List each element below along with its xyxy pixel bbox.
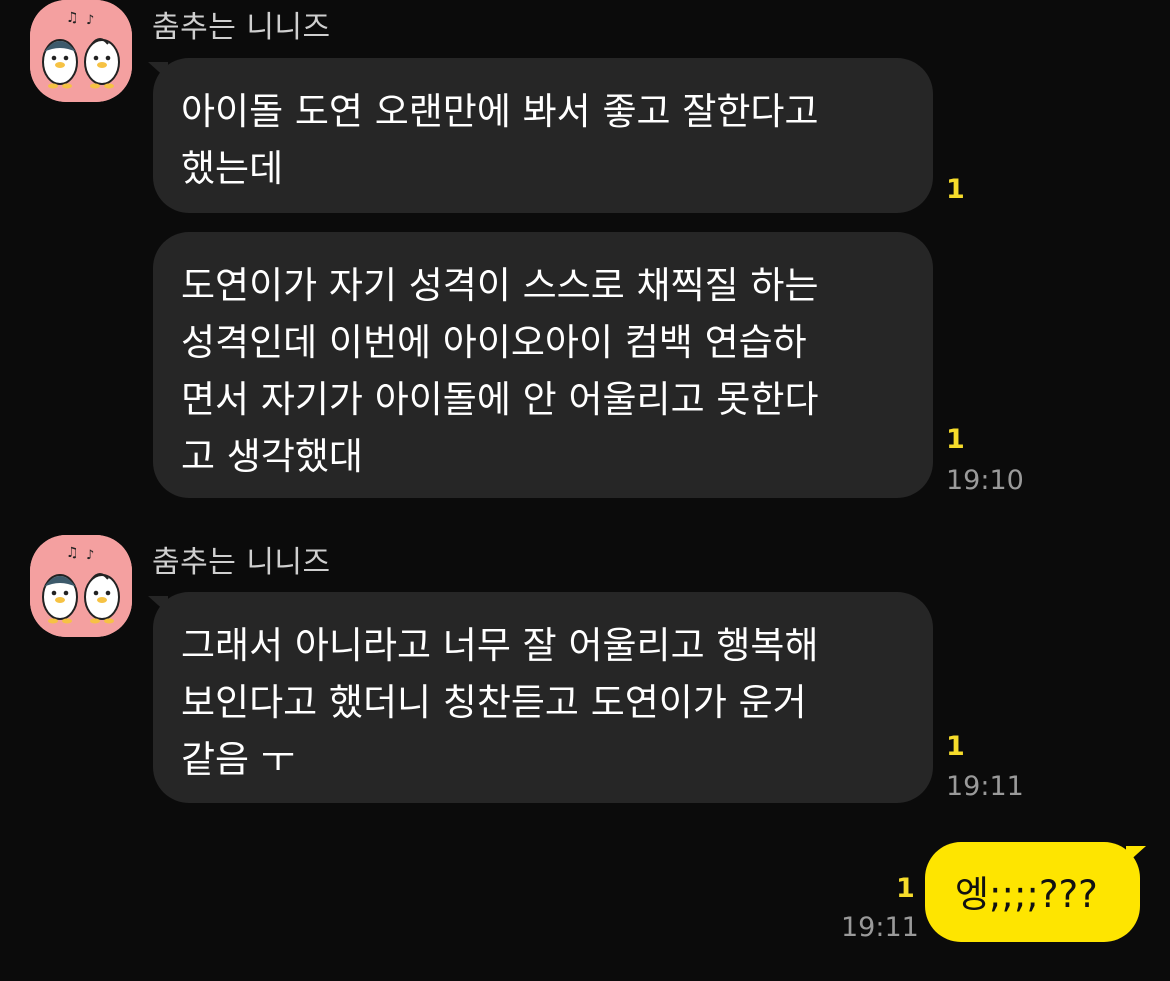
message-bubble[interactable]: 그래서 아니라고 너무 잘 어울리고 행복해 보인다고 했더니 칭찬듣고 도연이… — [153, 592, 933, 803]
message-line: 같음 ㅜ — [181, 738, 295, 781]
unread-count: 1 — [946, 424, 965, 455]
my-bubble-tail — [1126, 846, 1146, 864]
message-line: 그래서 아니라고 너무 잘 어울리고 행복해 — [181, 624, 819, 667]
sender-name: 춤추는 니니즈 — [152, 10, 331, 45]
unread-count: 1 — [896, 873, 915, 904]
unread-count: 1 — [946, 174, 965, 205]
my-message-bubble[interactable]: 엥;;;;??? — [925, 842, 1140, 942]
svg-text:♫: ♫ — [66, 545, 79, 561]
message-bubble[interactable]: 아이돌 도연 오랜만에 봐서 좋고 잘한다고 했는데 — [153, 58, 933, 213]
penguin-duo-avatar-icon[interactable]: ♫ ♪ — [30, 0, 132, 102]
chat-screen: ♫ ♪ 춤추는 니니즈 아이돌 도연 오랜만에 봐서 좋고 잘한다고 했는데 1… — [0, 0, 1170, 981]
message-line: 도연이가 자기 성격이 스스로 채찍질 하는 — [181, 264, 819, 307]
message-line: 아이돌 도연 오랜만에 봐서 좋고 잘한다고 — [181, 90, 819, 133]
message-line: 고 생각했대 — [181, 435, 363, 478]
message-bubble[interactable]: 도연이가 자기 성격이 스스로 채찍질 하는 성격인데 이번에 아이오아이 컴백… — [153, 232, 933, 498]
svg-text:♪: ♪ — [86, 548, 94, 563]
message-timestamp: 19:11 — [946, 771, 1024, 802]
unread-count: 1 — [946, 731, 965, 762]
message-line: 했는데 — [181, 147, 284, 190]
sender-name: 춤추는 니니즈 — [152, 545, 331, 580]
message-line: 성격인데 이번에 아이오아이 컴백 연습하 — [181, 321, 807, 364]
svg-text:♫: ♫ — [66, 10, 79, 26]
message-line: 보인다고 했더니 칭찬듣고 도연이가 운거 — [181, 681, 807, 724]
message-timestamp: 19:10 — [946, 465, 1024, 496]
svg-text:♪: ♪ — [86, 13, 94, 28]
message-timestamp: 19:11 — [841, 912, 919, 943]
message-line: 면서 자기가 아이돌에 안 어울리고 못한다 — [181, 378, 819, 421]
penguin-duo-avatar-icon[interactable]: ♫ ♪ — [30, 535, 132, 637]
